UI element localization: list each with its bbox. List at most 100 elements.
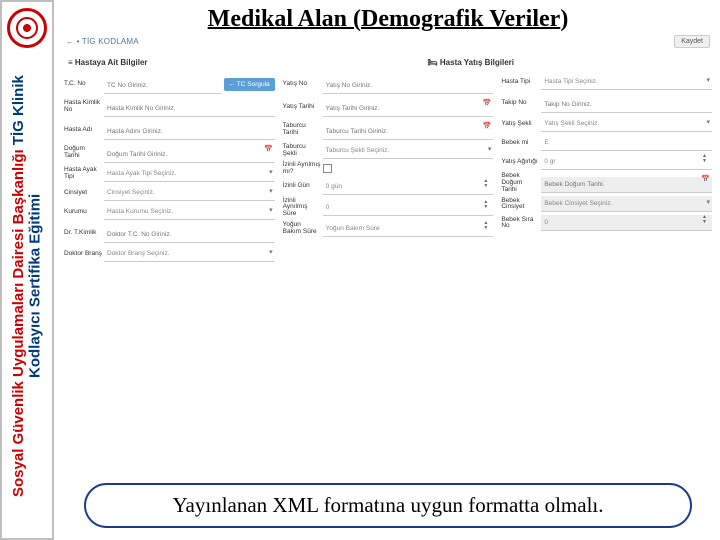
spin-icon[interactable]: ▲▼: [702, 215, 710, 225]
bsira-value[interactable]: 0: [541, 215, 712, 231]
drtc-input[interactable]: [104, 227, 275, 243]
title-rest: ): [560, 6, 568, 32]
sidebar-text: Sosyal Güvenlik Uygulamaları Dairesi Baş…: [11, 56, 44, 516]
row-takipno: Takip No: [501, 93, 712, 113]
row-bcins: Bebek Cinsiyet Bebek Cinsiyet Seçiniz.▾: [501, 196, 712, 212]
lbl-tabs: Taburcu Şekli: [283, 144, 323, 158]
ayr-checkbox[interactable]: [323, 164, 332, 173]
yatisno-input[interactable]: [323, 78, 494, 94]
row-hadi: Hasta Adı: [64, 120, 275, 140]
lbl-ayr: İzinli Ayrılmış mı?: [283, 162, 323, 176]
spin-icon[interactable]: ▲▼: [702, 154, 710, 164]
section-visit: 🛏 Hasta Yatış Bilgileri: [428, 58, 515, 67]
chevron-down-icon: ▾: [269, 187, 273, 195]
lbl-bebek: Bebek mi: [501, 140, 541, 147]
lbl-takipno: Takip No: [501, 100, 541, 107]
footer-note: Yayınlanan XML formatına uygun formatta …: [84, 483, 692, 528]
row-bebek: Bebek mi E: [501, 135, 712, 151]
lbl-tabt: Taburcu Tarihi: [283, 123, 323, 137]
row-ybs: Yoğun Bakım Süre Yoğun Bakım Süre▲▼: [283, 221, 494, 237]
lbl-drtc: Dr. T.Kimlik: [64, 230, 104, 237]
row-tabt: Taburcu Tarihi 📅: [283, 120, 494, 140]
row-tabs: Taburcu Şekli Taburcu Şekli Seçiniz.▾: [283, 143, 494, 159]
bebek-value[interactable]: E: [541, 135, 712, 151]
chevron-down-icon: ▾: [488, 145, 492, 153]
lbl-bcins: Bebek Cinsiyet: [501, 198, 541, 212]
lbl-yatisno: Yatış No: [283, 81, 323, 88]
takipno-input[interactable]: [541, 97, 712, 113]
chevron-down-icon: ▾: [269, 248, 273, 256]
tcno-input[interactable]: [104, 78, 221, 94]
row-aynilmis: İzinli Aynılmış Süre 0▲▼: [283, 198, 494, 218]
chevron-down-icon: ▾: [707, 76, 711, 84]
row-tcno: T.C. No ← TC Sorgula: [64, 74, 275, 94]
page-title: Medikal Alan (Demografik Veriler): [60, 6, 716, 33]
section-patient: ≡ Hastaya Ait Bilgiler: [68, 58, 148, 67]
row-ayak: Hasta Ayak Tipi Hasta Ayak Tipi Seçiniz.…: [64, 166, 275, 182]
main-area: Medikal Alan (Demografik Veriler) ← • Tİ…: [60, 0, 716, 540]
calendar-icon[interactable]: 📅: [483, 99, 492, 107]
lbl-htipi: Hasta Tipi: [501, 79, 541, 86]
ysekli-select[interactable]: Yatış Şekli Seçiniz.: [541, 116, 712, 132]
dt-input[interactable]: [104, 147, 275, 163]
lbl-drbrans: Doktor Branş: [64, 251, 104, 258]
drbrans-select[interactable]: Doktor Branş Seçiniz.: [104, 246, 275, 262]
bcins-select[interactable]: Bebek Cinsiyet Seçiniz.: [541, 196, 712, 212]
ybs-value[interactable]: Yoğun Bakım Süre: [323, 221, 494, 237]
row-bdt: Bebek Doğum Tarihi 📅: [501, 173, 712, 193]
tabt-input[interactable]: [323, 124, 494, 140]
lbl-izin: İzinli Gün: [283, 183, 323, 190]
lbl-dt: Doğum Tarihi: [64, 146, 104, 160]
title-underlined: Medikal Alan (Demografik Veriler: [208, 6, 561, 32]
sidebar-line1: Sosyal Güvenlik Uygulamaları Dairesi Baş…: [10, 149, 27, 497]
spin-icon[interactable]: ▲▼: [483, 179, 491, 189]
row-kurum: Kurumu Hasta Kurumu Seçiniz.▾: [64, 204, 275, 220]
aynilmis-value[interactable]: 0: [323, 200, 494, 216]
kurum-select[interactable]: Hasta Kurumu Seçiniz.: [104, 204, 275, 220]
yagir-value[interactable]: 0 gr: [541, 154, 712, 170]
tc-query-button[interactable]: ← TC Sorgula: [224, 78, 275, 91]
chevron-down-icon: ▾: [269, 168, 273, 176]
lbl-tcno: T.C. No: [64, 81, 104, 88]
sidebar: Sosyal Güvenlik Uygulamaları Dairesi Baş…: [0, 0, 54, 540]
cins-select[interactable]: Cinsiyet Seçiniz.: [104, 185, 275, 201]
row-cins: Cinsiyet Cinsiyet Seçiniz.▾: [64, 185, 275, 201]
chevron-down-icon: ▾: [269, 206, 273, 214]
calendar-icon[interactable]: 📅: [701, 175, 710, 183]
row-htipi: Hasta Tipi Hasta Tipi Seçiniz.▾: [501, 74, 712, 90]
spin-icon[interactable]: ▲▼: [483, 200, 491, 210]
spin-icon[interactable]: ▲▼: [483, 221, 491, 231]
lbl-aynilmis: İzinli Aynılmış Süre: [283, 198, 323, 218]
row-drtc: Dr. T.Kimlik: [64, 223, 275, 243]
toolbar: ← • TİG KODLAMA Kaydet: [60, 35, 716, 52]
htipi-select[interactable]: Hasta Tipi Seçiniz.: [541, 74, 712, 90]
tabs-select[interactable]: Taburcu Şekli Seçiniz.: [323, 143, 494, 159]
row-yatist: Yatış Tarihi 📅: [283, 97, 494, 117]
row-bsira: Bebek Sıra No 0▲▼: [501, 215, 712, 231]
row-hkimlik: Hasta Kimlik No: [64, 97, 275, 117]
bdt-input[interactable]: [541, 177, 712, 193]
col-visit-right: Hasta Tipi Hasta Tipi Seçiniz.▾ Takip No…: [501, 71, 712, 265]
calendar-icon[interactable]: 📅: [483, 122, 492, 130]
ayak-select[interactable]: Hasta Ayak Tipi Seçiniz.: [104, 166, 275, 182]
hadi-input[interactable]: [104, 124, 275, 140]
hkimlik-input[interactable]: [104, 101, 275, 117]
lbl-bdt: Bebek Doğum Tarihi: [501, 173, 541, 193]
lbl-cins: Cinsiyet: [64, 190, 104, 197]
row-yagir: Yatış Ağırlığı 0 gr▲▼: [501, 154, 712, 170]
row-ysekli: Yatış Şekli Yatış Şekli Seçiniz.▾: [501, 116, 712, 132]
lbl-ybs: Yoğun Bakım Süre: [283, 222, 323, 236]
lbl-hkimlik: Hasta Kimlik No: [64, 100, 104, 114]
save-button[interactable]: Kaydet: [674, 35, 710, 48]
ministry-logo: [7, 8, 47, 48]
yatist-input[interactable]: [323, 101, 494, 117]
col-visit-left: Yatış No Yatış Tarihi 📅 Taburcu Tarihi 📅…: [283, 71, 494, 265]
row-izin: İzinli Gün 0 gün▲▼: [283, 179, 494, 195]
row-yatisno: Yatış No: [283, 74, 494, 94]
lbl-ayak: Hasta Ayak Tipi: [64, 167, 104, 181]
lbl-yatist: Yatış Tarihi: [283, 104, 323, 111]
izin-value[interactable]: 0 gün: [323, 179, 494, 195]
row-drbrans: Doktor Branş Doktor Branş Seçiniz.▾: [64, 246, 275, 262]
lbl-bsira: Bebek Sıra No: [501, 217, 541, 231]
calendar-icon[interactable]: 📅: [264, 145, 273, 153]
